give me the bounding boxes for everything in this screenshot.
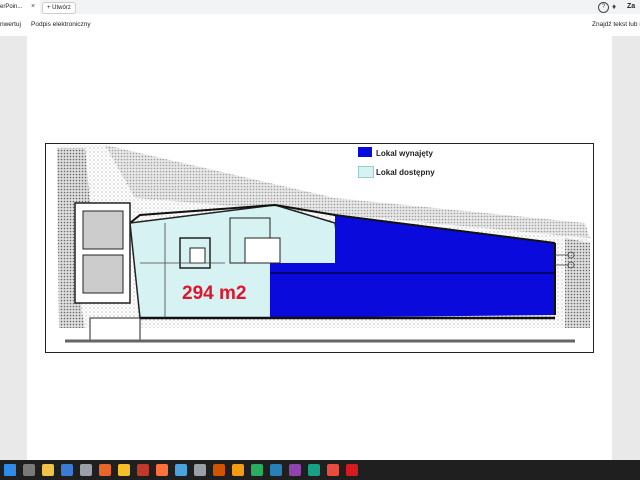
account-label[interactable]: Za bbox=[627, 0, 635, 14]
notifications-icon[interactable]: ♦ bbox=[612, 1, 622, 13]
search-icon[interactable] bbox=[23, 464, 35, 476]
app10-icon[interactable] bbox=[327, 464, 339, 476]
find-text-button[interactable]: Znajdź tekst lub n bbox=[592, 14, 640, 36]
unit-area-label: 294 m2 bbox=[182, 283, 247, 304]
help-icon[interactable]: ? bbox=[598, 2, 609, 13]
store-icon[interactable] bbox=[61, 464, 73, 476]
legend-available-label: Lokal dostępny bbox=[376, 168, 435, 177]
pdf-icon[interactable] bbox=[346, 464, 358, 476]
floor-plan bbox=[45, 143, 594, 353]
browser-tab-bar: erPoin... × + Utwórz ? ♦ Za bbox=[0, 0, 640, 14]
start-icon[interactable] bbox=[4, 464, 16, 476]
os-taskbar bbox=[0, 460, 640, 480]
folder-icon[interactable] bbox=[42, 464, 54, 476]
app4-icon[interactable] bbox=[194, 464, 206, 476]
convert-button[interactable]: nwertuj bbox=[0, 14, 21, 36]
app2-icon[interactable] bbox=[137, 464, 149, 476]
chrome-icon[interactable] bbox=[118, 464, 130, 476]
firefox2-icon[interactable] bbox=[156, 464, 168, 476]
app7-icon[interactable] bbox=[270, 464, 282, 476]
app3-icon[interactable] bbox=[175, 464, 187, 476]
vlc-icon[interactable] bbox=[232, 464, 244, 476]
viewer-toolbar: nwertuj Podpis elektroniczny Znajdź teks… bbox=[0, 14, 640, 37]
app-icon[interactable] bbox=[80, 464, 92, 476]
firefox-icon[interactable] bbox=[99, 464, 111, 476]
app9-icon[interactable] bbox=[308, 464, 320, 476]
legend-leased-label: Lokal wynajęty bbox=[376, 149, 433, 158]
app5-icon[interactable] bbox=[213, 464, 225, 476]
legend-leased-swatch bbox=[358, 147, 372, 157]
tab-title: erPoin... bbox=[0, 4, 23, 10]
app6-icon[interactable] bbox=[251, 464, 263, 476]
legend-available-swatch bbox=[358, 166, 374, 178]
new-tab-button[interactable]: + Utwórz bbox=[42, 2, 76, 14]
app8-icon[interactable] bbox=[289, 464, 301, 476]
browser-tab[interactable]: erPoin... × bbox=[0, 0, 40, 14]
close-tab-icon[interactable]: × bbox=[28, 0, 38, 14]
e-signature-button[interactable]: Podpis elektroniczny bbox=[31, 14, 91, 36]
plan-right-edge bbox=[565, 238, 590, 328]
